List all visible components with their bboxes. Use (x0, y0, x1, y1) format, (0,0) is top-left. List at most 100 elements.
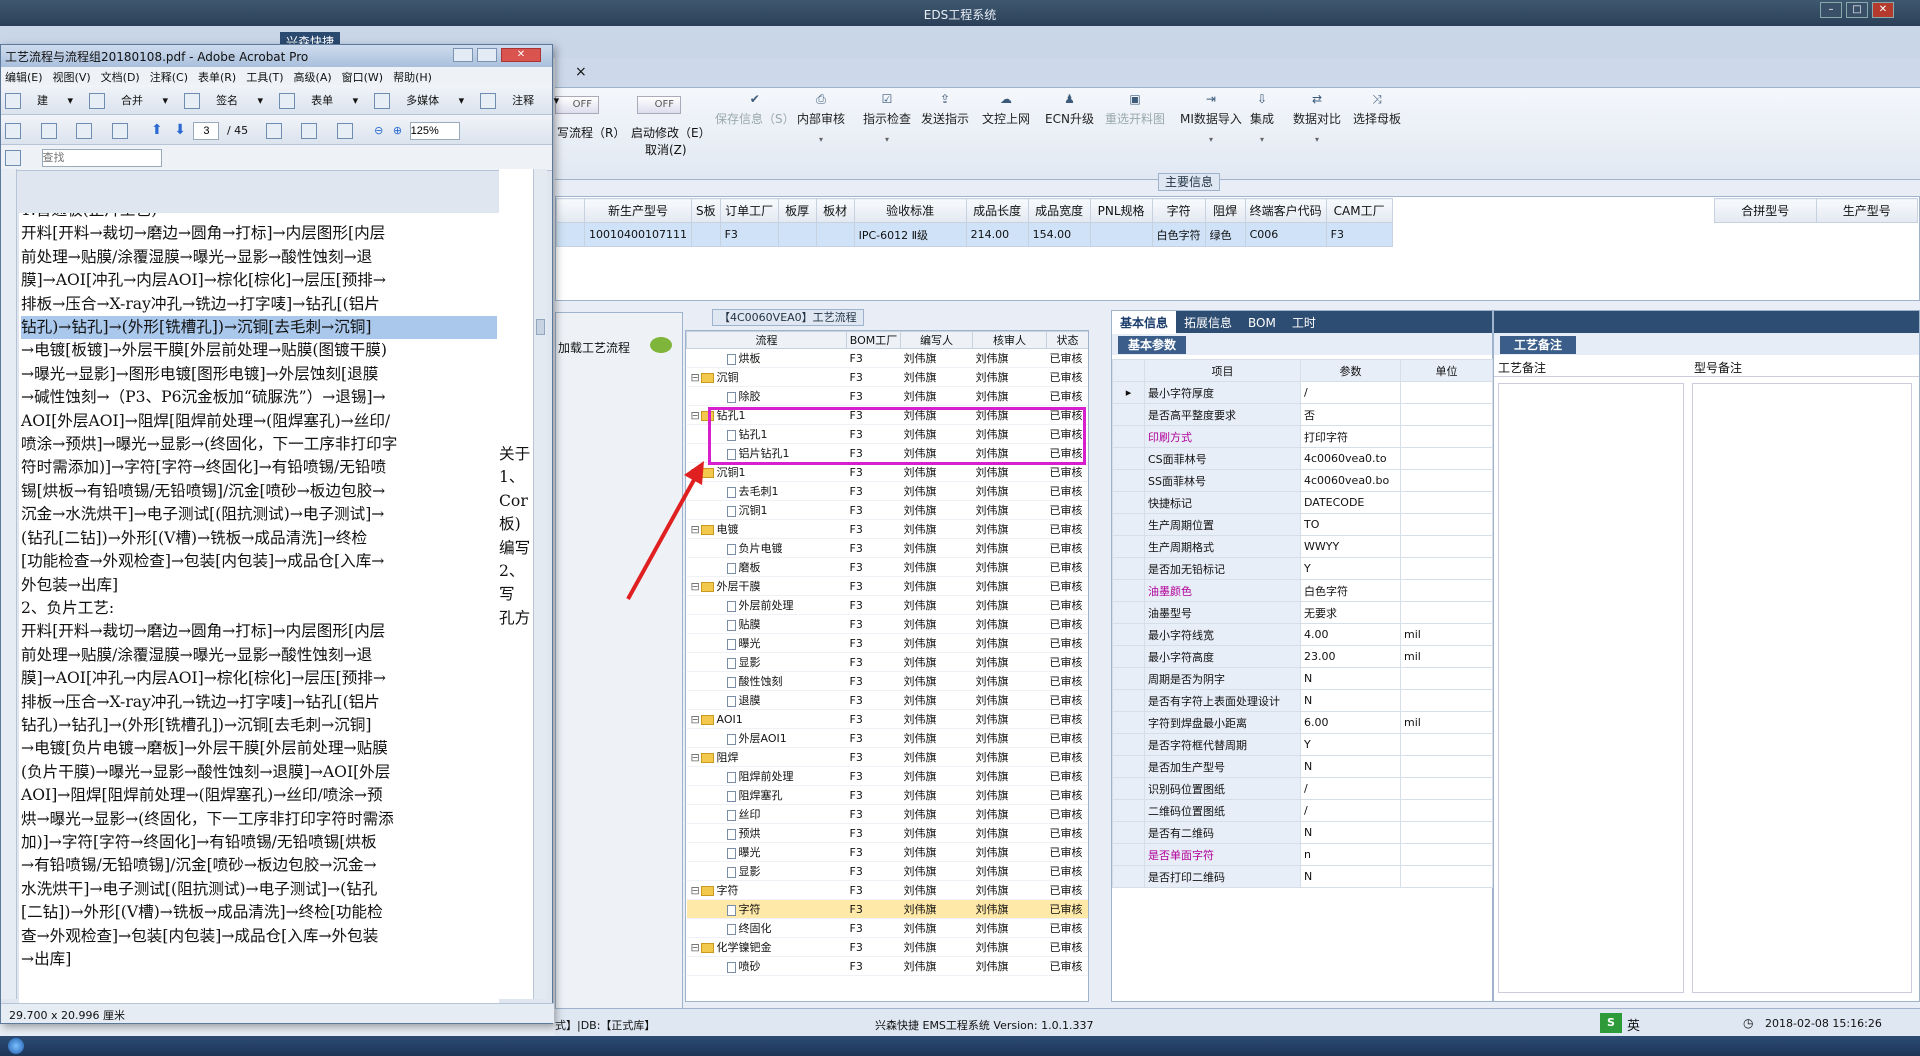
column-header[interactable]: 成品长度 (965, 198, 1029, 223)
ribbon-button[interactable]: ☁ 文控上网 (982, 92, 1030, 127)
tree-row[interactable]: 除胶 F3 刘伟旗 刘伟旗 已审核 (686, 386, 1088, 406)
table-row[interactable]: 10010400107111 F3 IPC-6012 Ⅱ级 214.00 154.00 白… (556, 222, 1393, 247)
process-remarks-textarea[interactable] (1498, 383, 1684, 993)
property-value[interactable]: 4.00 (1300, 623, 1401, 646)
tab-close-icon[interactable]: × (575, 64, 587, 80)
property-row[interactable]: 是否加无铅标记 Y (1112, 557, 1493, 580)
tree-row[interactable]: ⊟ 沉铜 F3 刘伟旗 刘伟旗 已审核 (686, 367, 1088, 387)
table-cell[interactable]: IPC-6012 Ⅱ级 (853, 222, 967, 247)
property-row[interactable]: 油墨颜色 白色字符 (1112, 579, 1493, 602)
property-value[interactable]: N (1300, 755, 1401, 778)
column-header[interactable]: 订单工厂 (719, 198, 779, 223)
ribbon-button[interactable]: ⎙ 内部审核 ▾ (797, 92, 845, 144)
tree-row[interactable]: 预烘 F3 刘伟旗 刘伟旗 已审核 (686, 823, 1088, 843)
column-header[interactable]: 终端客户代码 (1244, 198, 1327, 223)
column-header[interactable]: 流程 (686, 331, 847, 349)
scroll-thumb[interactable] (536, 319, 545, 335)
write-flow-label[interactable]: 写流程（R） (557, 124, 625, 141)
tree-row[interactable]: 沉铜1 F3 刘伟旗 刘伟旗 已审核 (686, 500, 1088, 520)
tree-row[interactable]: ⊟ 阻焊 F3 刘伟旗 刘伟旗 已审核 (686, 747, 1088, 767)
property-value[interactable]: WWYY (1300, 535, 1401, 558)
column-header[interactable]: S板 (690, 198, 721, 223)
save-icon[interactable] (40, 123, 57, 139)
property-value[interactable]: N (1300, 865, 1401, 888)
table-cell[interactable]: 绿色 (1204, 222, 1246, 247)
column-header[interactable]: CAM工厂 (1325, 198, 1393, 223)
property-row[interactable]: ▸ 最小字符厚度 / (1112, 381, 1493, 404)
table-cell[interactable]: C006 (1244, 222, 1327, 247)
load-process-label[interactable]: 加载工艺流程 (558, 339, 630, 356)
zoom-out-icon[interactable]: ⊖ (374, 124, 383, 137)
model-remarks-textarea[interactable] (1692, 383, 1912, 993)
property-row[interactable]: 快捷标记 DATECODE (1112, 491, 1493, 514)
toolbar-button[interactable]: 表单 ▾ (279, 93, 358, 109)
ime-logo-icon[interactable]: S (1600, 1013, 1622, 1033)
property-row[interactable]: 是否字符框代替周期 Y (1112, 733, 1493, 756)
tab-0[interactable]: 基本信息 (1112, 311, 1177, 334)
column-header[interactable]: 字符 (1151, 198, 1206, 223)
property-value[interactable]: 4c0060vea0.to (1300, 447, 1401, 470)
page-number-input[interactable] (193, 122, 220, 140)
tab-1[interactable]: 拓展信息 (1176, 311, 1240, 334)
toolbar-button[interactable]: 多媒体 ▾ (374, 93, 464, 109)
tab-process-remarks[interactable]: 工艺备注 (1500, 336, 1577, 354)
column-header[interactable]: 合拼型号 (1714, 198, 1817, 223)
property-value[interactable]: Y (1300, 557, 1401, 580)
speech-bubble-icon[interactable] (650, 337, 672, 353)
property-row[interactable]: 生产周期格式 WWYY (1112, 535, 1493, 558)
property-row[interactable]: 字符到焊盘最小距离 6.00 mil (1112, 711, 1493, 734)
tree-row[interactable]: 显影 F3 刘伟旗 刘伟旗 已审核 (686, 861, 1088, 881)
tree-row[interactable]: 贴膜 F3 刘伟旗 刘伟旗 已审核 (686, 614, 1088, 634)
property-row[interactable]: 二维码位置图纸 / (1112, 799, 1493, 822)
property-row[interactable]: 识别码位置图纸 / (1112, 777, 1493, 800)
property-row[interactable]: 是否有二维码 N (1112, 821, 1493, 844)
dropdown-arrow-icon[interactable]: ▾ (1250, 135, 1274, 144)
tree-row[interactable]: 喷砂 F3 刘伟旗 刘伟旗 已审核 (686, 956, 1088, 976)
minimize-button[interactable]: – (1820, 2, 1842, 18)
tree-row[interactable]: 曝光 F3 刘伟旗 刘伟旗 已审核 (686, 842, 1088, 862)
property-value[interactable]: N (1300, 689, 1401, 712)
property-row[interactable]: 是否打印二维码 N (1112, 865, 1493, 888)
ribbon-button[interactable]: ⇪ 发送指示 (921, 92, 969, 127)
tree-row[interactable]: 曝光 F3 刘伟旗 刘伟旗 已审核 (686, 633, 1088, 653)
collapse-icon[interactable]: ⊟ (691, 713, 701, 726)
pages-panel-icon[interactable] (5, 150, 21, 166)
ribbon-button[interactable]: ☑ 指示检查 ▾ (863, 92, 911, 144)
navigation-pane[interactable] (1, 169, 17, 999)
menu-item[interactable]: 编辑(E) (5, 71, 43, 84)
tree-row[interactable]: 退膜 F3 刘伟旗 刘伟旗 已审核 (686, 690, 1088, 710)
page-down-icon[interactable]: ⬇ (174, 122, 186, 138)
property-value[interactable]: Y (1300, 733, 1401, 756)
ribbon-button[interactable]: ⤨ 选择母板 (1353, 92, 1401, 127)
column-header[interactable]: 板厚 (777, 198, 817, 223)
property-value[interactable]: N (1300, 821, 1401, 844)
property-value[interactable]: 无要求 (1300, 601, 1401, 624)
toolbar-button[interactable]: 建 ▾ (5, 93, 73, 109)
tab-basic-params[interactable]: 基本参数 (1118, 336, 1187, 354)
tree-row[interactable]: 烘板 F3 刘伟旗 刘伟旗 已审核 (686, 348, 1088, 368)
menu-item[interactable]: 帮助(H) (393, 71, 432, 84)
menu-item[interactable]: 高级(A) (294, 71, 332, 84)
property-row[interactable]: 生产周期位置 TO (1112, 513, 1493, 536)
collapse-icon[interactable]: ⊟ (691, 371, 701, 384)
zoom-in-icon[interactable]: ⊕ (393, 124, 402, 137)
column-header[interactable]: 板材 (815, 198, 855, 223)
dropdown-arrow-icon[interactable]: ▾ (1180, 135, 1242, 144)
tree-row[interactable]: 终固化 F3 刘伟旗 刘伟旗 已审核 (686, 918, 1088, 938)
table-cell[interactable] (1089, 222, 1153, 247)
tree-row[interactable]: ⊟ 电镀 F3 刘伟旗 刘伟旗 已审核 (686, 519, 1088, 539)
table-cell[interactable] (815, 222, 855, 247)
select-text-icon[interactable] (265, 123, 282, 139)
tree-row[interactable]: 外层前处理 F3 刘伟旗 刘伟旗 已审核 (686, 595, 1088, 615)
column-header[interactable]: 核审人 (972, 331, 1047, 349)
tree-row[interactable]: ⊟ AOI1 F3 刘伟旗 刘伟旗 已审核 (686, 709, 1088, 729)
property-row[interactable]: 周期是否为阴字 N (1112, 667, 1493, 690)
property-row[interactable]: 是否单面字符 n (1112, 843, 1493, 866)
property-row[interactable]: 是否有字符上表面处理设计 N (1112, 689, 1493, 712)
property-value[interactable]: / (1300, 381, 1401, 404)
property-row[interactable]: 最小字符高度 23.00 mil (1112, 645, 1493, 668)
column-header[interactable]: 阻焊 (1204, 198, 1246, 223)
property-value[interactable]: TO (1300, 513, 1401, 536)
collapse-icon[interactable]: ⊟ (691, 751, 701, 764)
tree-row[interactable]: 阻焊塞孔 F3 刘伟旗 刘伟旗 已审核 (686, 785, 1088, 805)
